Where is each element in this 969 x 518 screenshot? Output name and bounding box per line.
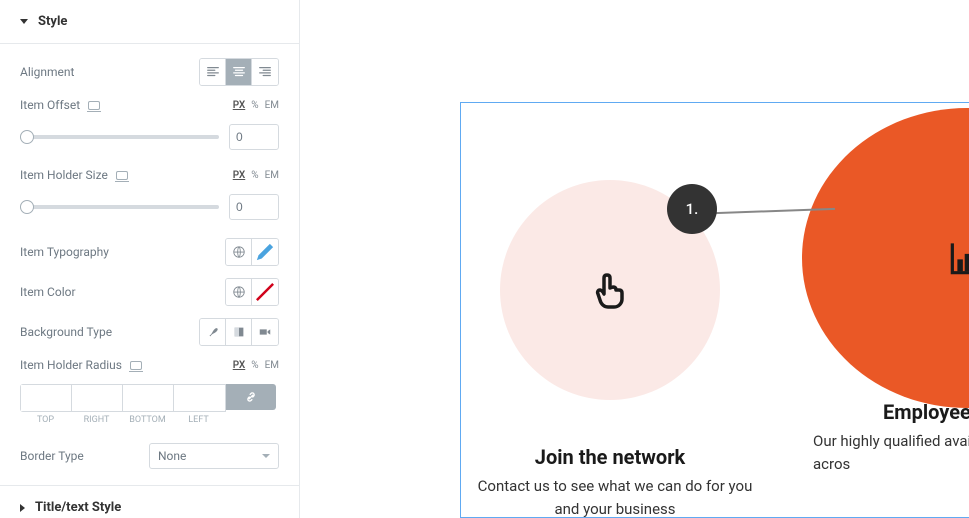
unit-pct[interactable]: % (251, 170, 258, 181)
link-icon (244, 390, 258, 404)
slider-thumb[interactable] (20, 130, 34, 144)
slider-thumb[interactable] (20, 200, 34, 214)
video-icon (258, 325, 272, 339)
card2-description: Our highly qualified available 24/7, acr… (813, 430, 969, 475)
radius-dimensions (20, 384, 226, 412)
sidebar-panel: Style Alignment Item Offset PX % (0, 0, 300, 518)
bar-chart-icon (945, 236, 969, 280)
item-holder-size-label: Item Holder Size (20, 168, 128, 182)
align-left-button[interactable] (200, 59, 226, 85)
units-selector[interactable]: PX % EM (233, 170, 279, 181)
device-icon[interactable] (88, 101, 100, 110)
unit-px[interactable]: PX (233, 360, 246, 371)
no-color-icon (252, 279, 278, 305)
unit-pct[interactable]: % (251, 360, 258, 371)
card1-title: Join the network (500, 445, 720, 469)
units-selector[interactable]: PX % EM (233, 100, 279, 111)
item-holder-size-slider[interactable] (20, 205, 219, 209)
align-right-button[interactable] (252, 59, 278, 85)
typography-globe-button[interactable] (226, 239, 252, 265)
item-offset-slider[interactable] (20, 135, 219, 139)
unit-em[interactable]: EM (265, 100, 279, 111)
preview-canvas: 1. Join the network Contact us to see wh… (300, 0, 969, 518)
background-type-label: Background Type (20, 325, 112, 339)
radius-right-input[interactable] (72, 385, 123, 411)
bg-video-button[interactable] (252, 319, 278, 345)
dim-label-left: LEFT (173, 415, 224, 425)
unit-pct[interactable]: % (251, 100, 258, 111)
device-icon[interactable] (116, 171, 128, 180)
hand-pointer-icon (586, 266, 634, 314)
radius-left-input[interactable] (174, 385, 225, 411)
pencil-icon (252, 239, 278, 265)
item-holder-radius-label: Item Holder Radius (20, 358, 142, 372)
badge-text: 1. (686, 200, 699, 218)
dim-label-top: TOP (20, 415, 71, 425)
dim-label-right: RIGHT (71, 415, 122, 425)
unit-px[interactable]: PX (233, 170, 246, 181)
link-values-button[interactable] (226, 384, 276, 410)
brush-icon (206, 325, 220, 339)
caret-right-icon (20, 504, 25, 512)
radius-top-input[interactable] (21, 385, 72, 411)
align-left-icon (206, 65, 220, 79)
alignment-buttons (199, 58, 279, 86)
item-offset-label: Item Offset (20, 98, 100, 112)
card1-description: Contact us to see what we can do for you… (465, 475, 765, 518)
typography-edit-button[interactable] (252, 239, 278, 265)
style-controls: Alignment Item Offset PX % EM (0, 44, 299, 481)
border-type-label: Border Type (20, 449, 84, 463)
alignment-label: Alignment (20, 65, 74, 79)
border-type-select[interactable]: None (149, 443, 279, 469)
unit-px[interactable]: PX (233, 100, 246, 111)
border-type-value: None (158, 449, 186, 463)
item-typography-label: Item Typography (20, 245, 109, 259)
section-toggle-title-text[interactable]: Title/text Style (0, 485, 299, 518)
device-icon[interactable] (130, 361, 142, 370)
item-holder-size-input[interactable] (229, 194, 279, 220)
item-color-label: Item Color (20, 285, 76, 299)
card2-title: Employee (883, 400, 969, 424)
section-title: Title/text Style (35, 500, 121, 515)
units-selector[interactable]: PX % EM (233, 360, 279, 371)
step-number-badge: 1. (667, 184, 717, 234)
align-center-icon (232, 65, 246, 79)
gradient-icon (232, 325, 246, 339)
bg-gradient-button[interactable] (226, 319, 252, 345)
caret-down-icon (20, 19, 28, 24)
unit-em[interactable]: EM (265, 170, 279, 181)
align-right-icon (258, 65, 272, 79)
color-globe-button[interactable] (226, 279, 252, 305)
color-swatch-button[interactable] (252, 279, 278, 305)
section-toggle-style[interactable]: Style (0, 0, 299, 44)
align-center-button[interactable] (226, 59, 252, 85)
bg-classic-button[interactable] (200, 319, 226, 345)
section-title: Style (38, 14, 67, 29)
item-offset-input[interactable] (229, 124, 279, 150)
chevron-down-icon (262, 454, 270, 458)
globe-icon (232, 245, 246, 259)
unit-em[interactable]: EM (265, 360, 279, 371)
globe-icon (232, 285, 246, 299)
radius-bottom-input[interactable] (123, 385, 174, 411)
dim-label-bottom: BOTTOM (122, 415, 173, 425)
